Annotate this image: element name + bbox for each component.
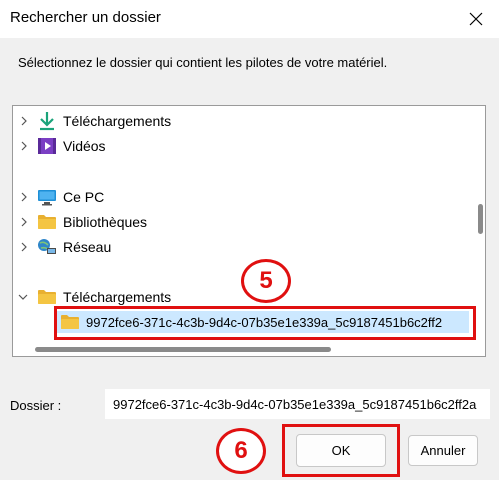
network-icon	[37, 237, 57, 257]
cancel-button-label: Annuler	[420, 443, 466, 458]
title-bar: Rechercher un dossier	[0, 0, 499, 38]
chevron-right-icon[interactable]	[18, 110, 30, 132]
tree-item-label: Téléchargements	[63, 289, 172, 305]
annotation-step5-badge: 5	[241, 259, 291, 303]
tree-item-this-pc[interactable]: Ce PC	[13, 186, 453, 208]
annotation-box-step5	[54, 306, 476, 340]
chevron-right-icon[interactable]	[18, 211, 30, 233]
videos-icon	[37, 136, 57, 156]
annotation-step6-badge: 6	[216, 428, 266, 474]
annotation-step6-number: 6	[234, 437, 248, 464]
tree-item-label: Vidéos	[63, 138, 106, 154]
tree-item-libraries[interactable]: Bibliothèques	[13, 211, 453, 233]
tree-item-downloads[interactable]: Téléchargements	[13, 110, 453, 132]
annotation-step5-number: 5	[259, 267, 273, 294]
tree-item-label: Téléchargements	[63, 113, 172, 129]
tree-item-videos[interactable]: Vidéos	[13, 135, 453, 157]
tree-item-label: Bibliothèques	[63, 214, 148, 230]
ok-button[interactable]: OK	[296, 434, 386, 467]
tree-item-label: Réseau	[63, 239, 112, 255]
cancel-button[interactable]: Annuler	[408, 435, 478, 466]
tree-item-downloads-folder[interactable]: Téléchargements	[13, 286, 453, 308]
tree-item-label: Ce PC	[63, 189, 105, 205]
chevron-down-icon[interactable]	[17, 286, 29, 308]
tree-item-network[interactable]: Réseau	[13, 236, 453, 258]
chevron-right-icon[interactable]	[18, 135, 30, 157]
close-button[interactable]	[453, 0, 499, 38]
chevron-right-icon[interactable]	[18, 186, 30, 208]
folder-label: Dossier :	[10, 398, 62, 413]
chevron-right-icon[interactable]	[18, 236, 30, 258]
computer-icon	[37, 187, 57, 207]
instruction-text: Sélectionnez le dossier qui contient les…	[18, 55, 388, 70]
folder-icon	[37, 287, 57, 307]
window-title: Rechercher un dossier	[10, 9, 161, 26]
folder-icon	[37, 212, 57, 232]
folder-path-field[interactable]	[105, 389, 490, 419]
download-icon	[37, 111, 57, 131]
horizontal-scrollbar[interactable]	[35, 347, 331, 352]
ok-button-label: OK	[331, 443, 351, 458]
close-icon	[469, 12, 483, 26]
vertical-scrollbar[interactable]	[478, 204, 483, 234]
